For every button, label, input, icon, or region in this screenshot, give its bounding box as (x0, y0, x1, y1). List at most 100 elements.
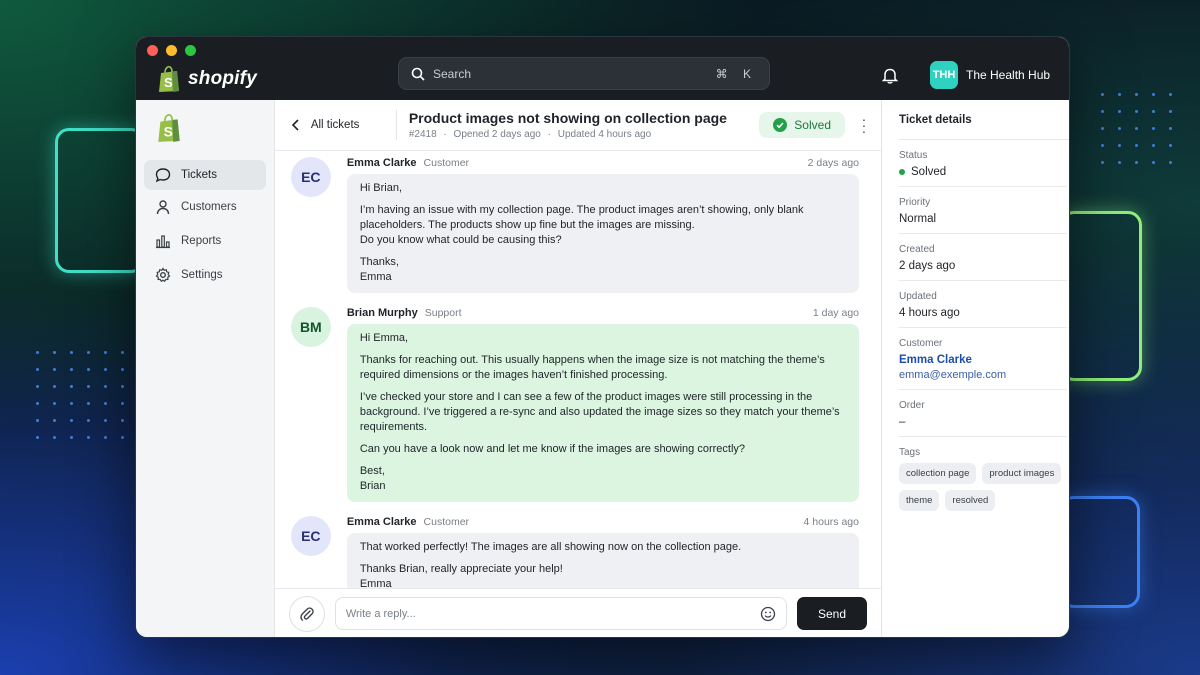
message-paragraph: Best, Brian (359, 465, 386, 492)
sidebar-item-label: Reports (181, 235, 222, 247)
attach-button[interactable] (288, 595, 325, 632)
message-time: 1 day ago (812, 307, 859, 319)
message-time: 4 hours ago (803, 516, 859, 528)
top-bar: S shopify Search ⌘ K THH The Health Hub (136, 37, 1069, 100)
status-badge[interactable]: Solved (759, 112, 845, 138)
app-window: S shopify Search ⌘ K THH The Health Hub … (135, 36, 1070, 638)
sidebar-item-label: Settings (181, 269, 223, 281)
detail-status: Status Solved (899, 140, 1067, 187)
tag-chip[interactable]: product images (982, 463, 1062, 484)
customer-email[interactable]: emma@exemple.com (899, 369, 1067, 381)
emoji-icon[interactable] (760, 606, 776, 622)
sidebar-item-customers[interactable]: Customers (144, 192, 266, 222)
details-title: Ticket details (899, 100, 1069, 140)
sidebar: S Tickets Customers Reports Settings (136, 100, 275, 637)
back-label: All tickets (310, 119, 360, 131)
message: EC Emma Clarke Customer 2 days ago Hi Br… (290, 157, 859, 293)
sidebar-item-label: Tickets (181, 169, 217, 181)
reply-composer: Send (274, 588, 881, 637)
sidebar-item-tickets[interactable]: Tickets (144, 160, 266, 190)
message-paragraph: That worked perfectly! The images are al… (359, 541, 742, 553)
detail-order: Order – (899, 390, 1067, 437)
tag-chip[interactable]: resolved (945, 490, 996, 511)
status-value: Solved (911, 166, 947, 178)
message: BM Brian Murphy Support 1 day ago Hi Emm… (290, 307, 859, 502)
svg-text:S: S (164, 124, 173, 140)
updated-value: 4 hours ago (899, 307, 960, 319)
global-search[interactable]: Search ⌘ K (398, 57, 770, 90)
avatar[interactable]: BM (290, 307, 331, 347)
close-window-button[interactable] (147, 45, 158, 56)
ticket-header: All tickets Product images not showing o… (274, 100, 881, 151)
decorative-frame-right-bottom (1060, 496, 1140, 608)
order-value: – (899, 416, 906, 428)
tag-chip[interactable]: theme (899, 490, 940, 511)
message-role: Customer (423, 516, 470, 528)
message-author[interactable]: Emma Clarke (347, 516, 417, 528)
detail-created: Created 2 days ago (899, 234, 1067, 281)
store-avatar: THH (930, 61, 958, 89)
brand-logo[interactable]: S shopify (156, 65, 257, 93)
decorative-dot-grid-left (36, 351, 124, 439)
message-author[interactable]: Brian Murphy (347, 307, 418, 319)
ticket-meta: #2418 · Opened 2 days ago · Updated 4 ho… (408, 129, 652, 140)
reply-input[interactable] (345, 607, 760, 620)
bell-icon[interactable] (882, 67, 898, 84)
detail-priority: Priority Normal (899, 187, 1067, 234)
message: EC Emma Clarke Customer 4 hours ago That… (290, 516, 859, 588)
sidebar-logo[interactable]: S (155, 113, 266, 148)
check-circle-icon (773, 118, 788, 132)
chevron-left-icon (291, 119, 299, 131)
decorative-frame-right-top (1060, 211, 1142, 381)
message-thread: EC Emma Clarke Customer 2 days ago Hi Br… (275, 151, 881, 588)
search-icon (411, 67, 425, 81)
avatar[interactable]: EC (290, 157, 331, 197)
customer-name-link[interactable]: Emma Clarke (899, 354, 1067, 366)
detail-tags: Tags collection page product images theme r… (899, 437, 1069, 519)
message-paragraph: Hi Emma, (359, 332, 409, 344)
window-controls (147, 45, 196, 56)
message-bubble: That worked perfectly! The images are al… (346, 533, 859, 588)
status-badge-label: Solved (794, 118, 831, 132)
message-paragraph: Thanks for reaching out. This usually ha… (359, 354, 825, 381)
message-paragraph: I’ve checked your store and I can see a … (359, 391, 840, 433)
tag-chip[interactable]: collection page (899, 463, 977, 484)
sidebar-item-reports[interactable]: Reports (144, 226, 266, 256)
reply-input-wrapper (334, 597, 787, 630)
message-role: Support (424, 307, 462, 319)
ticket-details-panel: Ticket details Status Solved Priority No… (882, 100, 1069, 637)
message-time: 2 days ago (807, 157, 859, 169)
more-options-icon[interactable]: · · · (859, 112, 869, 138)
avatar[interactable]: EC (290, 516, 331, 556)
message-bubble: Hi Brian, I’m having an issue with my col… (346, 174, 859, 293)
maximize-window-button[interactable] (185, 45, 196, 56)
paperclip-icon (300, 606, 314, 621)
back-to-tickets-link[interactable]: All tickets (291, 119, 396, 131)
ticket-opened: Opened 2 days ago (453, 129, 541, 140)
shopify-bag-icon: S (158, 114, 180, 142)
shopify-bag-icon: S (159, 65, 179, 92)
header-divider (395, 110, 397, 140)
chat-bubble-icon (155, 168, 171, 183)
sidebar-item-settings[interactable]: Settings (144, 260, 266, 290)
message-paragraph: Can you have a look now and let me know … (359, 443, 746, 455)
detail-customer: Customer Emma Clarke emma@exemple.com (899, 328, 1067, 390)
minimize-window-button[interactable] (166, 45, 177, 56)
tag-list: collection page product images theme resolv… (899, 463, 1069, 511)
detail-updated: Updated 4 hours ago (899, 281, 1067, 328)
gear-icon (155, 267, 171, 283)
message-bubble: Hi Emma, Thanks for reaching out. This us… (346, 324, 859, 502)
store-switcher[interactable]: THH The Health Hub (930, 61, 1050, 89)
store-name: The Health Hub (966, 68, 1051, 82)
priority-value: Normal (899, 213, 937, 225)
sidebar-item-label: Customers (181, 201, 237, 213)
send-button[interactable]: Send (797, 597, 867, 630)
message-author[interactable]: Emma Clarke (347, 157, 417, 169)
status-dot-icon (899, 169, 905, 175)
message-paragraph: Thanks, Emma (359, 256, 399, 283)
ticket-updated: Updated 4 hours ago (557, 129, 652, 140)
ticket-title: Product images not showing on collection… (408, 110, 727, 126)
decorative-frame-left (55, 128, 145, 273)
created-value: 2 days ago (899, 260, 956, 272)
person-icon (156, 200, 170, 215)
